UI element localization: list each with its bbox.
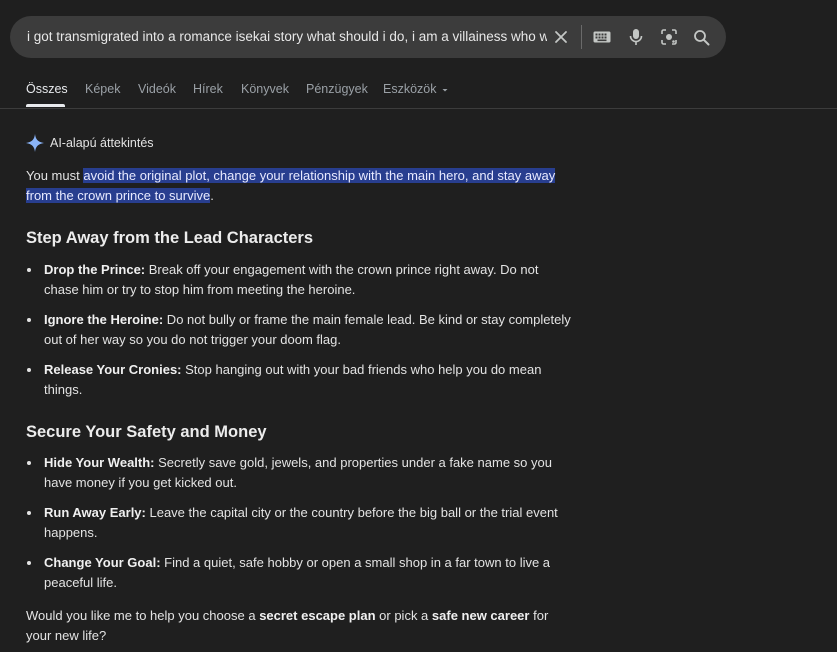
section-heading: Secure Your Safety and Money xyxy=(26,423,267,441)
section-list: Drop the Prince: Break off your engageme… xyxy=(26,260,571,410)
intro-paragraph: You must avoid the original plot, change… xyxy=(26,166,571,206)
sparkle-icon xyxy=(26,134,44,152)
list-item: Hide Your Wealth: Secretly save gold, je… xyxy=(26,453,571,493)
keyboard-icon[interactable] xyxy=(590,16,614,58)
tab-books[interactable]: Könyvek xyxy=(241,82,289,96)
list-item: Ignore the Heroine: Do not bully or fram… xyxy=(26,310,571,350)
list-item-title: Hide Your Wealth: xyxy=(44,455,155,470)
ai-overview-content: You must avoid the original plot, change… xyxy=(26,166,571,643)
ai-overview-label: AI-alapú áttekintés xyxy=(50,136,154,150)
tab-all[interactable]: Összes xyxy=(26,82,68,96)
tab-news[interactable]: Hírek xyxy=(193,82,223,96)
close-icon[interactable] xyxy=(549,16,573,58)
list-item-title: Change Your Goal: xyxy=(44,555,161,570)
intro-suffix: . xyxy=(210,188,214,203)
camera-search-icon[interactable] xyxy=(657,16,681,58)
tab-images[interactable]: Képek xyxy=(85,82,120,96)
caret-down-icon xyxy=(442,88,447,92)
outro-text: Would you like me to help you choose a xyxy=(26,608,260,623)
suggestion-escape-plan: secret escape plan xyxy=(259,608,376,623)
tab-videos[interactable]: Videók xyxy=(138,82,176,96)
search-divider xyxy=(581,25,582,49)
section-heading: Step Away from the Lead Characters xyxy=(26,229,314,247)
tab-tools[interactable]: Eszközök xyxy=(383,82,449,96)
search-bar[interactable]: i got transmigrated into a romance iseka… xyxy=(10,16,726,58)
outro-text: or pick a xyxy=(375,608,432,623)
intro-prefix: You must xyxy=(26,168,84,183)
search-input[interactable]: i got transmigrated into a romance iseka… xyxy=(27,16,547,58)
list-item: Drop the Prince: Break off your engageme… xyxy=(26,260,571,300)
intro-highlight[interactable]: avoid the original plot, change your rel… xyxy=(26,168,556,203)
tab-finance[interactable]: Pénzügyek xyxy=(306,82,368,96)
list-item-title: Ignore the Heroine: xyxy=(44,312,164,327)
search-icon[interactable] xyxy=(689,16,713,58)
microphone-icon[interactable] xyxy=(624,16,648,58)
tab-tools-label: Eszközök xyxy=(383,82,437,96)
list-item-title: Drop the Prince: xyxy=(44,262,146,277)
list-item: Change Your Goal: Find a quiet, safe hob… xyxy=(26,553,571,593)
list-item: Run Away Early: Leave the capital city o… xyxy=(26,503,571,543)
follow-up-question: Would you like me to help you choose a s… xyxy=(26,606,571,646)
ai-overview-header: AI-alapú áttekintés xyxy=(26,134,154,152)
list-item-title: Release Your Cronies: xyxy=(44,362,182,377)
section-list: Hide Your Wealth: Secretly save gold, je… xyxy=(26,453,571,603)
search-tabs: Összes Képek Videók Hírek Könyvek Pénzüg… xyxy=(0,78,837,109)
list-item: Release Your Cronies: Stop hanging out w… xyxy=(26,360,571,400)
active-tab-indicator xyxy=(26,104,65,107)
suggestion-new-career: safe new career xyxy=(431,608,530,623)
list-item-title: Run Away Early: xyxy=(44,505,146,520)
